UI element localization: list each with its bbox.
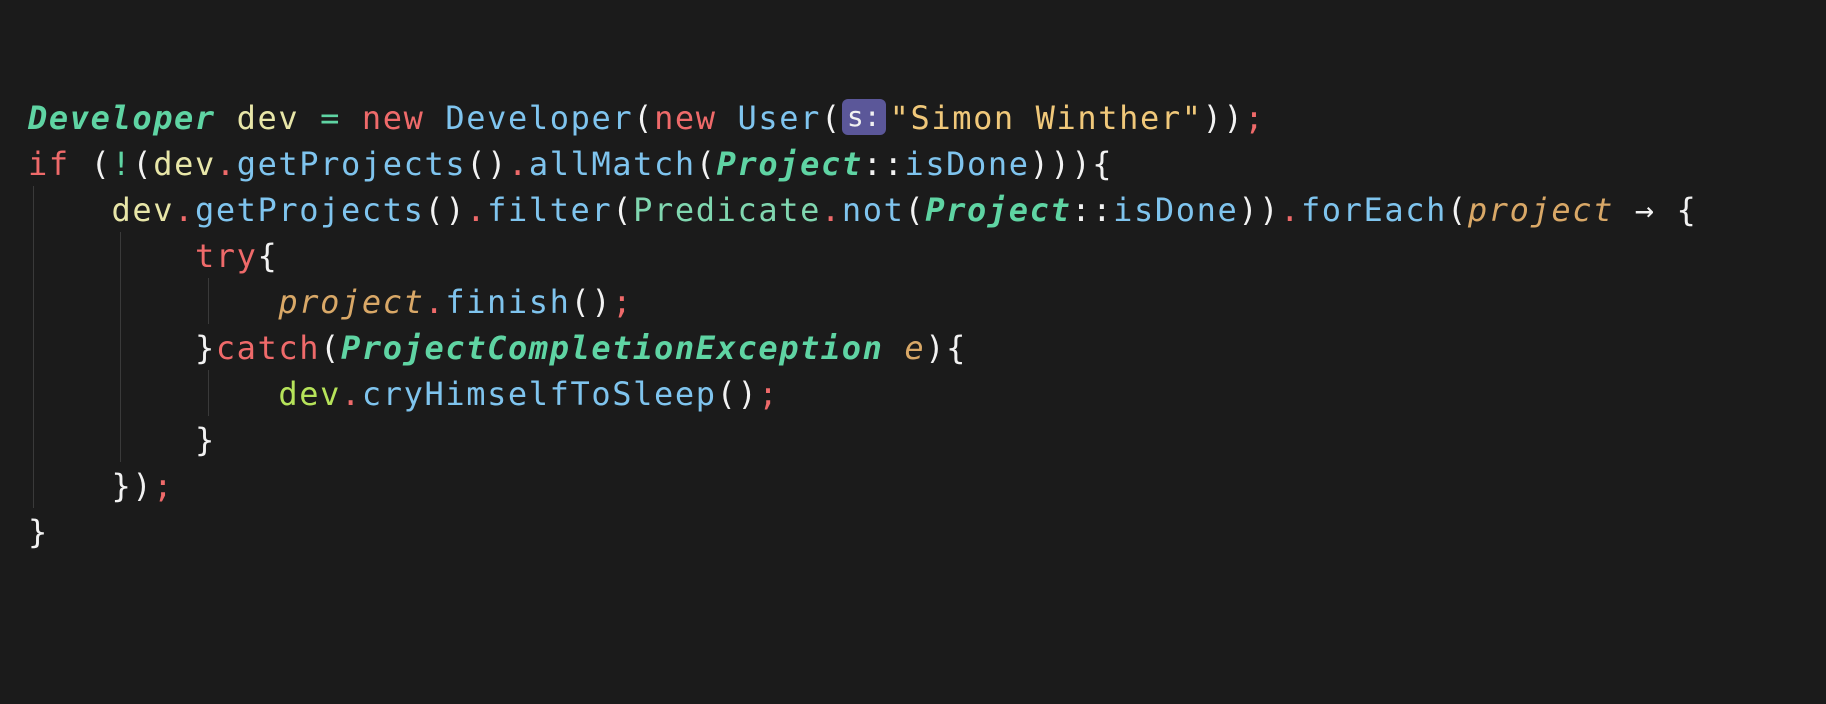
code-token: :: [1071, 191, 1114, 229]
code-line[interactable]: Developer dev = new Developer(new User(s… [28, 95, 1697, 141]
code-line[interactable]: }catch(ProjectCompletionException e){ [28, 325, 1697, 371]
code-token: not [841, 191, 905, 229]
code-token: dev [236, 99, 300, 137]
code-token: → { [1613, 191, 1698, 229]
code-token: ; [1244, 99, 1266, 137]
code-token: . [1280, 191, 1301, 229]
code-token: :: [862, 145, 905, 183]
code-token: ( [904, 191, 926, 229]
code-token: ( [69, 145, 112, 183]
code-token: )) [1238, 191, 1281, 229]
code-token: } [194, 329, 216, 367]
code-token: ( [1447, 191, 1468, 229]
code-token: . [215, 145, 237, 183]
code-token: . [174, 191, 195, 229]
code-token: e [904, 329, 926, 367]
code-token: }) [111, 467, 154, 505]
code-token: dev [153, 145, 216, 183]
code-token: ( [320, 329, 342, 367]
code-token: ; [153, 467, 175, 505]
code-token: try [194, 237, 258, 275]
code-token: isDone [1113, 191, 1239, 229]
code-token: . [820, 191, 842, 229]
code-token: ))){ [1029, 145, 1114, 183]
code-token: ( [132, 145, 154, 183]
code-token: isDone [904, 145, 1030, 183]
code-token: ( [821, 99, 842, 137]
code-token: if [28, 145, 70, 183]
code-token: getProjects [236, 145, 467, 183]
code-token: catch [215, 329, 321, 367]
code-token: project [278, 283, 425, 321]
code-token: allMatch [528, 145, 696, 183]
code-token: () [570, 283, 613, 321]
code-token: new [361, 99, 425, 137]
code-token: () [716, 375, 759, 413]
code-token: getProjects [194, 191, 425, 229]
code-token: } [194, 421, 216, 459]
code-token: } [28, 513, 49, 551]
code-token: "Simon Winther" [889, 99, 1203, 137]
code-token: finish [445, 283, 571, 321]
code-line[interactable]: try{ [28, 233, 1697, 279]
code-line[interactable]: if (!(dev.getProjects().allMatch(Project… [28, 141, 1697, 187]
code-line[interactable]: }); [28, 463, 1697, 509]
code-token: ( [612, 191, 634, 229]
code-token: ( [633, 99, 655, 137]
code-token: cryHimselfToSleep [361, 375, 717, 413]
code-token: . [507, 145, 529, 183]
code-token: ( [695, 145, 717, 183]
code-token: User [737, 99, 822, 137]
code-token: Predicate [633, 191, 821, 229]
code-token: Project [925, 191, 1072, 229]
code-line[interactable]: dev.getProjects().filter(Predicate.not(P… [28, 187, 1697, 233]
code-line[interactable]: project.finish(); [28, 279, 1697, 325]
code-editor[interactable]: Developer dev = new Developer(new User(s… [0, 0, 1826, 704]
code-token: dev [278, 375, 341, 413]
code-token: forEach [1300, 191, 1447, 229]
code-token: Project [716, 145, 863, 183]
code-line[interactable]: dev.cryHimselfToSleep(); [28, 371, 1697, 417]
code-block[interactable]: Developer dev = new Developer(new User(s… [28, 95, 1697, 555]
code-token: Developer [445, 99, 634, 137]
parameter-hint-badge: s: [841, 99, 886, 135]
code-line[interactable]: } [28, 509, 1697, 555]
code-token: ; [758, 375, 780, 413]
code-token: . [466, 191, 488, 229]
code-token: () [424, 191, 467, 229]
code-token: dev [111, 191, 175, 229]
code-token: { [257, 237, 279, 275]
code-line[interactable]: } [28, 417, 1697, 463]
code-token: () [466, 145, 508, 183]
code-token: . [341, 375, 362, 413]
code-token: )) [1202, 99, 1245, 137]
code-token: . [424, 283, 446, 321]
code-token: ProjectCompletionException [341, 329, 884, 367]
code-token: Developer [28, 99, 216, 137]
code-token: filter [487, 191, 613, 229]
code-token: = [320, 99, 342, 137]
code-token: project [1467, 191, 1614, 229]
code-token: ){ [925, 329, 968, 367]
code-token: ! [111, 145, 133, 183]
code-token: ; [612, 283, 634, 321]
code-token: new [654, 99, 717, 137]
